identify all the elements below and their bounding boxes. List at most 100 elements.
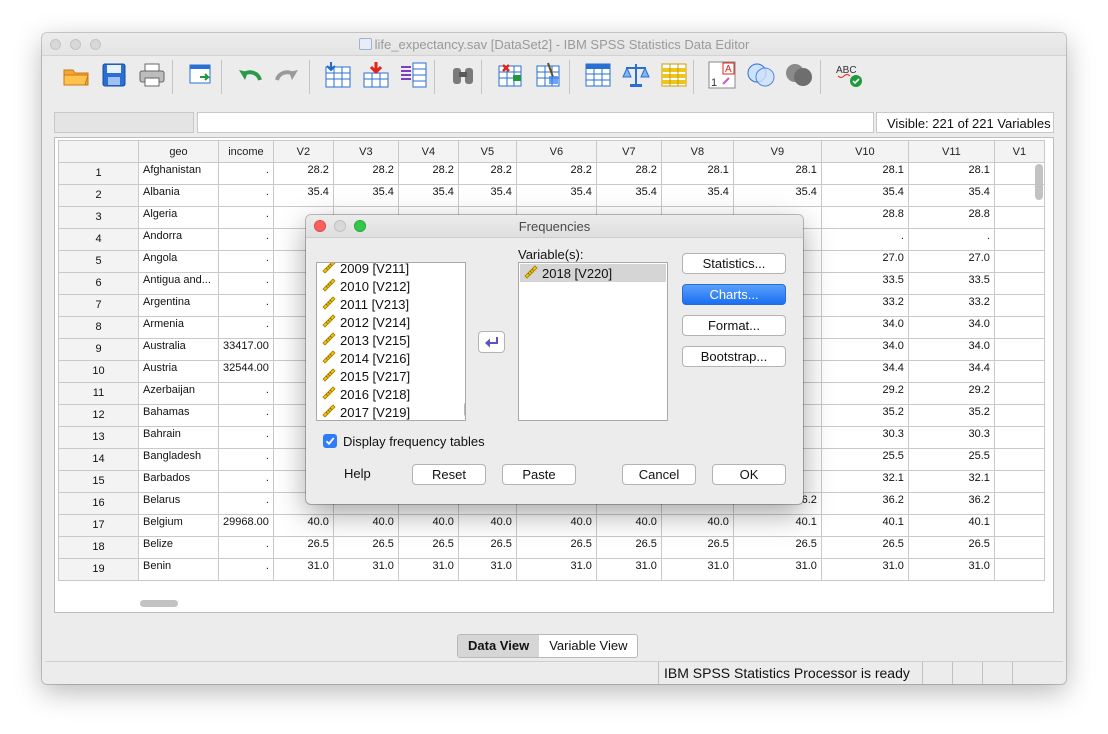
cell-income[interactable]: 33417.00 xyxy=(218,338,274,361)
cell-income[interactable]: . xyxy=(218,426,274,449)
row-number[interactable]: 2 xyxy=(58,184,139,207)
data-cell[interactable]: 40.1 xyxy=(820,514,909,537)
data-cell[interactable]: 28.2 xyxy=(332,162,399,185)
data-cell[interactable]: 31.0 xyxy=(820,558,909,581)
statistics-button[interactable]: Statistics... xyxy=(682,253,786,274)
cell-geo[interactable]: Armenia xyxy=(138,316,219,339)
data-cell[interactable]: 26.5 xyxy=(907,536,995,559)
data-cell[interactable]: . xyxy=(820,228,909,251)
recall-dialog-button[interactable] xyxy=(185,59,217,93)
data-cell[interactable]: 40.0 xyxy=(515,514,597,537)
cell-geo[interactable]: Austria xyxy=(138,360,219,383)
data-cell[interactable]: 33.5 xyxy=(907,272,995,295)
data-cell[interactable]: 33.2 xyxy=(907,294,995,317)
tab-data-view[interactable]: Data View xyxy=(458,635,540,657)
display-frequency-tables-checkbox[interactable] xyxy=(323,434,337,448)
cell-geo[interactable]: Benin xyxy=(138,558,219,581)
data-cell[interactable]: 35.2 xyxy=(907,404,995,427)
cell-income[interactable]: . xyxy=(218,558,274,581)
data-cell[interactable]: 36.2 xyxy=(820,492,909,515)
cell-income[interactable]: . xyxy=(218,294,274,317)
cell-income[interactable]: . xyxy=(218,162,274,185)
data-cell[interactable]: 28.1 xyxy=(732,162,822,185)
data-cell[interactable]: 29.2 xyxy=(907,382,995,405)
data-cell[interactable] xyxy=(993,448,1045,471)
data-cell[interactable]: 31.0 xyxy=(732,558,822,581)
column-header[interactable]: V10 xyxy=(820,140,909,163)
list-item[interactable]: 2010 [V212] xyxy=(322,277,410,295)
cell-geo[interactable]: Albania xyxy=(138,184,219,207)
show-all-variables-button[interactable] xyxy=(783,59,815,93)
cell-geo[interactable]: Afghanistan xyxy=(138,162,219,185)
row-number[interactable]: 4 xyxy=(58,228,139,251)
data-cell[interactable] xyxy=(993,228,1045,251)
data-cell[interactable]: 31.0 xyxy=(272,558,334,581)
row-number[interactable]: 13 xyxy=(58,426,139,449)
data-cell[interactable]: 28.2 xyxy=(397,162,459,185)
data-cell[interactable]: 28.2 xyxy=(515,162,597,185)
row-number[interactable]: 19 xyxy=(58,558,139,581)
data-cell[interactable]: 31.0 xyxy=(457,558,517,581)
column-header[interactable]: V5 xyxy=(457,140,517,163)
row-number[interactable]: 11 xyxy=(58,382,139,405)
cell-geo[interactable]: Belarus xyxy=(138,492,219,515)
data-cell[interactable] xyxy=(993,514,1045,537)
cell-geo[interactable]: Belize xyxy=(138,536,219,559)
list-item[interactable]: 2011 [V213] xyxy=(322,295,409,313)
data-cell[interactable]: 26.5 xyxy=(660,536,734,559)
data-cell[interactable] xyxy=(993,536,1045,559)
column-header[interactable]: V6 xyxy=(515,140,597,163)
data-cell[interactable]: 30.3 xyxy=(907,426,995,449)
data-cell[interactable]: 40.0 xyxy=(660,514,734,537)
row-number[interactable]: 14 xyxy=(58,448,139,471)
cell-income[interactable]: 32544.00 xyxy=(218,360,274,383)
data-cell[interactable]: 28.1 xyxy=(907,162,995,185)
save-button[interactable] xyxy=(98,59,130,93)
cell-value-input[interactable] xyxy=(197,112,874,133)
data-cell[interactable] xyxy=(993,250,1045,273)
cell-income[interactable]: . xyxy=(218,470,274,493)
data-cell[interactable] xyxy=(993,338,1045,361)
cell-geo[interactable]: Bahrain xyxy=(138,426,219,449)
data-cell[interactable]: 40.0 xyxy=(595,514,662,537)
cell-income[interactable]: 29968.00 xyxy=(218,514,274,537)
data-cell[interactable] xyxy=(993,382,1045,405)
list-item[interactable]: 2018 [V220] xyxy=(520,264,666,282)
list-item[interactable]: 2015 [V217] xyxy=(322,367,410,385)
data-cell[interactable]: 31.0 xyxy=(332,558,399,581)
data-cell[interactable]: 40.0 xyxy=(397,514,459,537)
data-cell[interactable]: 28.1 xyxy=(820,162,909,185)
cell-geo[interactable]: Argentina xyxy=(138,294,219,317)
cell-geo[interactable]: Angola xyxy=(138,250,219,273)
data-cell[interactable]: 26.5 xyxy=(820,536,909,559)
data-cell[interactable]: 27.0 xyxy=(820,250,909,273)
cell-income[interactable]: . xyxy=(218,184,274,207)
data-cell[interactable]: 28.1 xyxy=(660,162,734,185)
cell-income[interactable]: . xyxy=(218,382,274,405)
data-cell[interactable]: 34.4 xyxy=(907,360,995,383)
column-header[interactable]: income xyxy=(218,140,274,163)
data-cell[interactable]: 30.3 xyxy=(820,426,909,449)
data-cell[interactable]: 29.2 xyxy=(820,382,909,405)
data-cell[interactable] xyxy=(993,316,1045,339)
column-header[interactable]: V3 xyxy=(332,140,399,163)
column-header[interactable]: V4 xyxy=(397,140,459,163)
source-list-scrollbar[interactable] xyxy=(464,402,465,417)
column-header[interactable]: V1 xyxy=(993,140,1045,163)
format-button[interactable]: Format... xyxy=(682,315,786,336)
data-cell[interactable]: 40.0 xyxy=(457,514,517,537)
data-cell[interactable]: 31.0 xyxy=(660,558,734,581)
data-cell[interactable] xyxy=(993,492,1045,515)
bootstrap-button[interactable]: Bootstrap... xyxy=(682,346,786,367)
data-cell[interactable]: 40.1 xyxy=(732,514,822,537)
row-number[interactable]: 10 xyxy=(58,360,139,383)
column-header[interactable]: V7 xyxy=(595,140,662,163)
column-header[interactable]: V8 xyxy=(660,140,734,163)
row-number[interactable]: 3 xyxy=(58,206,139,229)
cell-geo[interactable]: Algeria xyxy=(138,206,219,229)
data-cell[interactable]: 26.5 xyxy=(332,536,399,559)
undo-button[interactable] xyxy=(234,59,266,93)
data-cell[interactable]: 33.5 xyxy=(820,272,909,295)
cell-geo[interactable]: Antigua and... xyxy=(138,272,219,295)
selected-variable-list[interactable]: 2018 [V220] xyxy=(518,262,668,421)
